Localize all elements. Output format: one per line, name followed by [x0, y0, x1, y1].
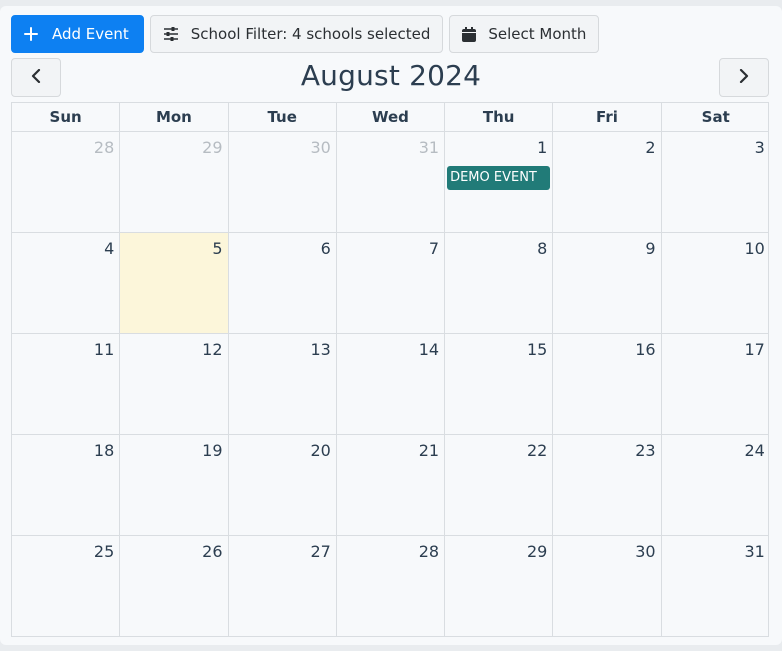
- day-cell[interactable]: 1 DEMO EVENT: [445, 132, 554, 232]
- day-number: 2: [645, 138, 656, 157]
- day-cell[interactable]: 15: [445, 334, 554, 434]
- day-cell[interactable]: 9: [553, 233, 662, 333]
- weekday-header: Sun Mon Tue Wed Thu Fri Sat: [12, 103, 768, 132]
- select-month-button[interactable]: Select Month: [449, 15, 600, 53]
- day-number: 25: [93, 542, 115, 561]
- day-number: 12: [202, 340, 223, 359]
- day-cell[interactable]: 29: [445, 536, 554, 636]
- sliders-icon: [163, 27, 179, 41]
- day-cell[interactable]: 3: [662, 132, 770, 232]
- day-cell[interactable]: 22: [445, 435, 554, 535]
- day-number: 31: [418, 138, 440, 157]
- day-number: 6: [320, 239, 331, 258]
- day-number: 7: [428, 239, 440, 258]
- day-number: 11: [93, 340, 115, 359]
- day-cell[interactable]: 28: [337, 536, 446, 636]
- day-cell[interactable]: 12: [120, 334, 229, 434]
- day-cell[interactable]: 11: [12, 334, 121, 434]
- day-number: 27: [310, 542, 331, 561]
- day-cell[interactable]: 18: [12, 435, 121, 535]
- day-cell-today[interactable]: 5: [120, 233, 229, 333]
- add-event-label: Add Event: [52, 25, 129, 43]
- weekday-wed: Wed: [337, 103, 446, 131]
- next-month-button[interactable]: [719, 58, 769, 97]
- day-number: 13: [310, 340, 331, 359]
- day-number: 26: [202, 542, 223, 561]
- day-cell[interactable]: 27: [229, 536, 337, 636]
- week-row: 18 19 20 21 22 23 24: [12, 435, 768, 536]
- day-cell[interactable]: 6: [229, 233, 337, 333]
- day-number: 22: [526, 441, 548, 460]
- day-cell[interactable]: 31: [337, 132, 446, 232]
- day-number: 30: [310, 138, 331, 157]
- day-number: 18: [93, 441, 115, 460]
- day-cell[interactable]: 8: [445, 233, 554, 333]
- day-cell[interactable]: 10: [662, 233, 770, 333]
- day-number: 10: [744, 239, 765, 258]
- school-filter-button[interactable]: School Filter: 4 schools selected: [149, 15, 444, 53]
- day-number: 15: [526, 340, 548, 359]
- day-number: 16: [635, 340, 656, 359]
- day-number: 8: [537, 239, 548, 258]
- day-cell[interactable]: 29: [120, 132, 229, 232]
- day-number: 5: [212, 239, 223, 258]
- weekday-mon: Mon: [120, 103, 229, 131]
- chevron-right-icon: [739, 68, 749, 87]
- weekday-sat: Sat: [701, 108, 730, 126]
- toolbar: Add Event School Filter: 4 schools selec…: [11, 15, 600, 53]
- day-cell[interactable]: 2: [553, 132, 662, 232]
- day-cell[interactable]: 24: [662, 435, 770, 535]
- day-number: 30: [635, 542, 656, 561]
- day-cell[interactable]: 17: [662, 334, 770, 434]
- day-number: 24: [744, 441, 765, 460]
- day-number: 1: [537, 138, 548, 157]
- day-cell[interactable]: 14: [337, 334, 446, 434]
- month-title: August 2024: [300, 59, 482, 92]
- day-cell[interactable]: 20: [229, 435, 337, 535]
- day-number: 17: [744, 340, 765, 359]
- weekday-fri: Fri: [553, 103, 662, 131]
- day-cell[interactable]: 4: [12, 233, 121, 333]
- day-cell[interactable]: 21: [337, 435, 446, 535]
- day-cell[interactable]: 16: [553, 334, 662, 434]
- day-number: 31: [744, 542, 765, 561]
- week-row: 28 29 30 31 1 DEMO EVENT 2 3: [12, 132, 768, 233]
- day-number: 19: [202, 441, 223, 460]
- day-cell[interactable]: 13: [229, 334, 337, 434]
- month-grid: Sun Mon Tue Wed Thu Fri Sat 28 29 30 31 …: [11, 102, 769, 637]
- day-cell[interactable]: 30: [553, 536, 662, 636]
- week-row: 11 12 13 14 15 16 17: [12, 334, 768, 435]
- add-event-button[interactable]: Add Event: [11, 15, 144, 53]
- day-number: 29: [526, 542, 548, 561]
- day-cell[interactable]: 19: [120, 435, 229, 535]
- day-cell[interactable]: 25: [12, 536, 121, 636]
- day-number: 23: [635, 441, 656, 460]
- calendar-panel: Add Event School Filter: 4 schools selec…: [0, 6, 782, 645]
- day-number: 3: [754, 138, 765, 157]
- week-row: 4 5 6 7 8 9 10: [12, 233, 768, 334]
- day-number: 9: [645, 239, 656, 258]
- day-cell[interactable]: 26: [120, 536, 229, 636]
- weekday-sun: Sun: [12, 103, 121, 131]
- day-number: 4: [104, 239, 115, 258]
- weekday-tue: Tue: [229, 103, 337, 131]
- day-cell[interactable]: 30: [229, 132, 337, 232]
- day-cell[interactable]: 28: [12, 132, 121, 232]
- weekday-thu: Thu: [445, 103, 554, 131]
- day-cell[interactable]: 7: [337, 233, 446, 333]
- calendar-icon: [462, 26, 477, 42]
- day-number: 14: [418, 340, 440, 359]
- day-number: 29: [202, 138, 223, 157]
- event-demo[interactable]: DEMO EVENT: [447, 166, 551, 190]
- plus-icon: [24, 27, 38, 41]
- week-row: 25 26 27 28 29 30 31: [12, 536, 768, 636]
- select-month-label: Select Month: [488, 25, 587, 43]
- day-number: 28: [93, 138, 115, 157]
- day-number: 21: [418, 441, 440, 460]
- day-number: 20: [310, 441, 331, 460]
- day-number: 28: [418, 542, 440, 561]
- school-filter-label: School Filter: 4 schools selected: [190, 25, 431, 43]
- day-cell[interactable]: 31: [662, 536, 770, 636]
- day-cell[interactable]: 23: [553, 435, 662, 535]
